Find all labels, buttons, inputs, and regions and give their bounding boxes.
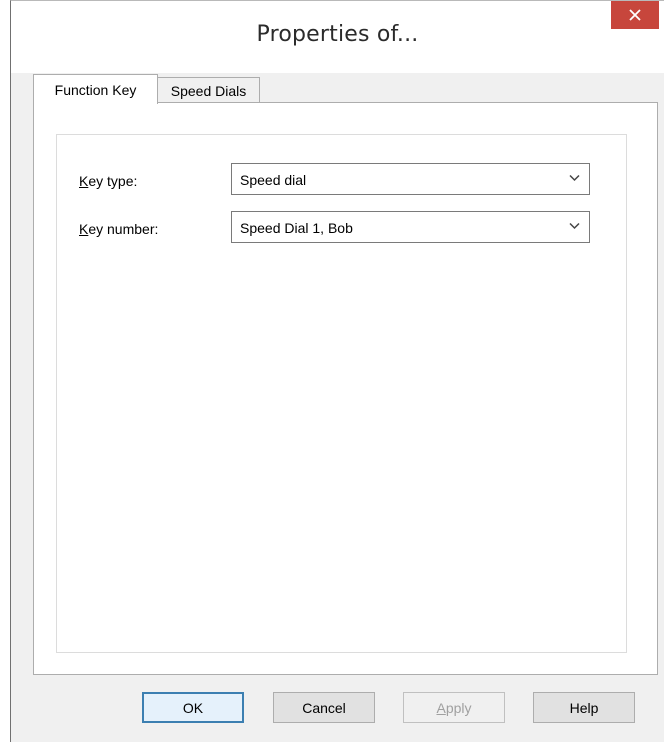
settings-group: Key type: Speed dial Key number: Speed D… (56, 134, 627, 653)
ok-button[interactable]: OK (142, 692, 244, 723)
tab-strip: Function Key Speed Dials (11, 73, 664, 104)
key-type-label-rest: ey type: (88, 173, 138, 189)
key-number-dropdown[interactable]: Speed Dial 1, Bob (231, 211, 590, 243)
key-type-value: Speed dial (240, 172, 307, 188)
properties-dialog: Properties of... Function Key Speed Dial… (10, 0, 664, 742)
close-icon (629, 9, 641, 21)
apply-label-rest: pply (445, 699, 472, 716)
key-type-label-mnemonic: K (79, 173, 89, 189)
tab-speed-dials[interactable]: Speed Dials (157, 77, 260, 103)
apply-mnemonic: A (436, 699, 446, 716)
key-type-label: Key type: (79, 173, 137, 189)
key-number-label-mnemonic: K (79, 221, 89, 237)
chevron-down-icon (569, 174, 580, 182)
tab-function-key[interactable]: Function Key (33, 74, 158, 104)
apply-button[interactable]: Apply (403, 692, 505, 723)
key-number-label: Key number: (79, 221, 158, 237)
key-type-dropdown[interactable]: Speed dial (231, 163, 590, 195)
function-key-panel: Key type: Speed dial Key number: Speed D… (33, 102, 658, 675)
close-button[interactable] (611, 1, 659, 29)
chevron-down-icon (569, 222, 580, 230)
window-title: Properties of... (256, 22, 419, 47)
cancel-button[interactable]: Cancel (273, 692, 375, 723)
help-button[interactable]: Help (533, 692, 635, 723)
key-number-value: Speed Dial 1, Bob (240, 220, 353, 236)
key-number-label-rest: ey number: (88, 221, 159, 237)
title-bar: Properties of... (11, 1, 664, 73)
